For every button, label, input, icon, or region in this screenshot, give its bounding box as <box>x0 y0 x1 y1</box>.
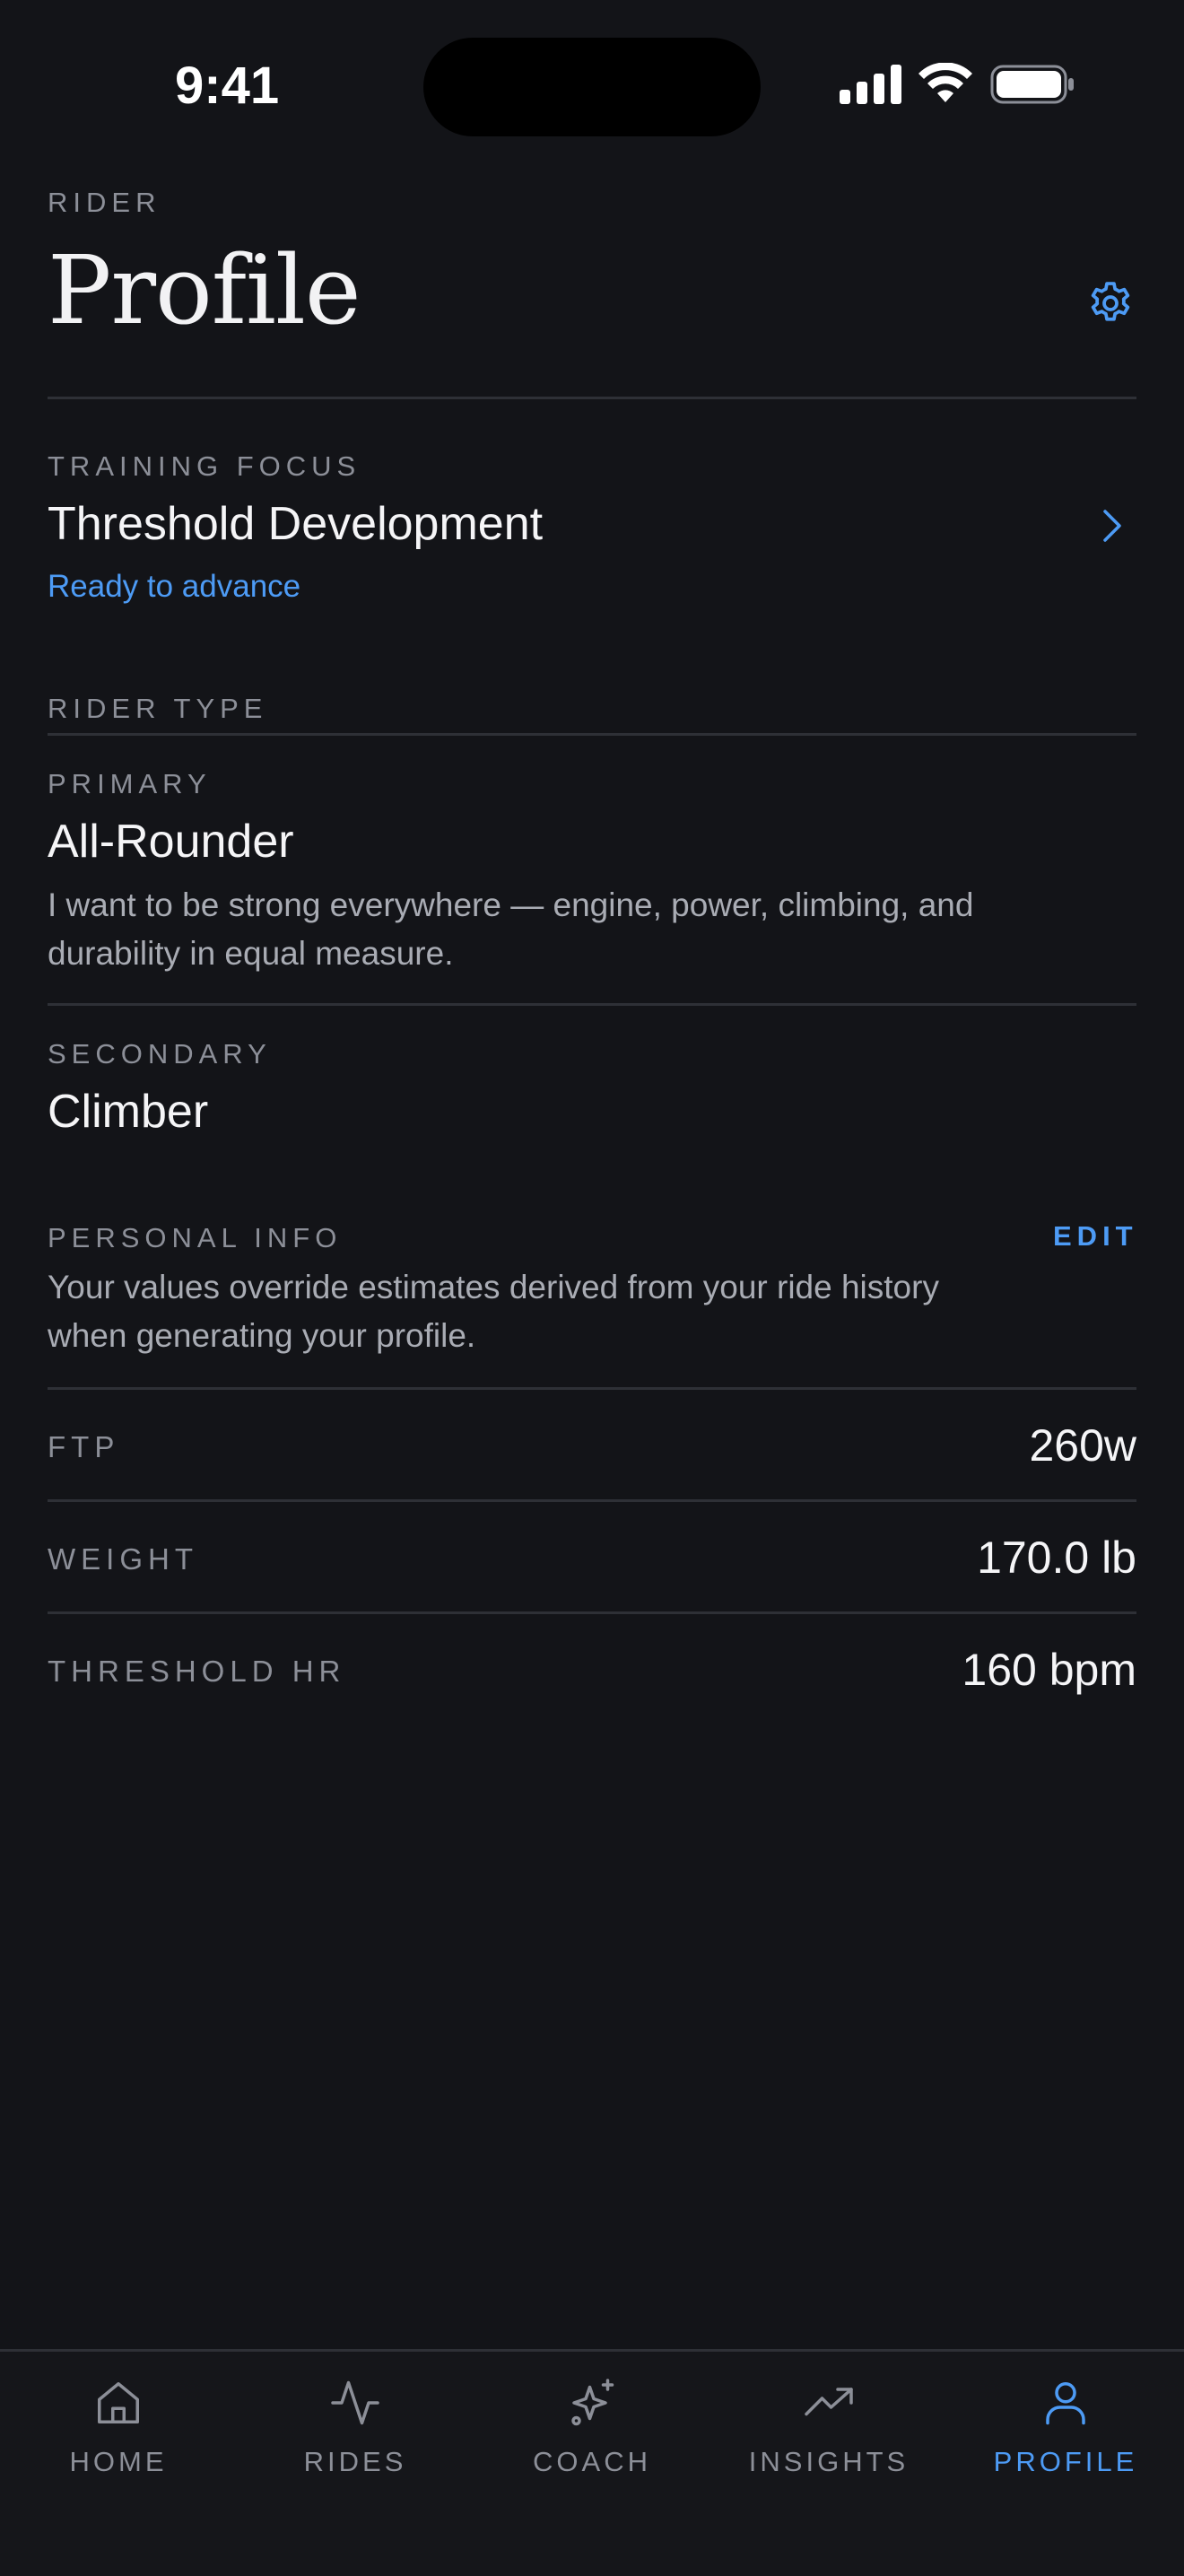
gear-icon[interactable] <box>1085 278 1136 328</box>
primary-type-label: PRIMARY <box>48 768 212 799</box>
signal-icon <box>840 65 901 104</box>
tab-coach[interactable]: COACH <box>474 2369 710 2494</box>
training-focus-label: TRAINING FOCUS <box>48 450 361 482</box>
tab-insights[interactable]: INSIGHTS <box>710 2369 947 2494</box>
page-title: Profile <box>48 235 361 345</box>
trending-icon <box>805 2388 853 2416</box>
activity-icon <box>331 2380 379 2425</box>
chevron-right-icon[interactable] <box>1101 508 1123 544</box>
personal-info-note-line2: when generating your profile. <box>48 1317 476 1354</box>
primary-type-description-line2: durability in equal measure. <box>48 935 454 972</box>
tab-profile[interactable]: PROFILE <box>947 2369 1184 2494</box>
secondary-type-value: Climber <box>48 1086 209 1138</box>
tab-coach-label: COACH <box>533 2446 651 2477</box>
dynamic-island <box>423 38 761 136</box>
battery-icon <box>990 65 1074 104</box>
home-icon <box>98 2382 139 2423</box>
personal-info-note-line1: Your values override estimates derived f… <box>48 1269 939 1305</box>
primary-divider <box>48 1003 1136 1006</box>
header-divider <box>48 397 1136 399</box>
ftp-label: FTP <box>48 1430 120 1463</box>
rider-type-label: RIDER TYPE <box>48 693 268 724</box>
primary-type-value: All-Rounder <box>48 816 294 868</box>
personal-info-label: PERSONAL INFO <box>48 1222 343 1253</box>
edit-button[interactable]: EDIT <box>1053 1220 1138 1253</box>
tab-home-label: HOME <box>69 2446 168 2477</box>
training-focus-value: Threshold Development <box>48 498 544 550</box>
weight-value: 170.0 lb <box>977 1533 1136 1583</box>
rider-type-divider <box>48 733 1136 736</box>
tab-home[interactable]: HOME <box>0 2369 237 2494</box>
header-eyebrow: RIDER <box>48 187 161 218</box>
tab-rides[interactable]: RIDES <box>237 2369 474 2494</box>
ftp-value: 260w <box>1029 1420 1136 1471</box>
training-focus-status: Ready to advance <box>48 569 301 604</box>
sparkle-icon <box>571 2379 614 2426</box>
tab-profile-label: PROFILE <box>993 2446 1138 2477</box>
primary-type-description-line1: I want to be strong everywhere — engine,… <box>48 886 974 923</box>
row-divider <box>48 1499 1136 1502</box>
threshold-hr-label: THRESHOLD HR <box>48 1655 346 1688</box>
row-divider <box>48 1611 1136 1614</box>
weight-label: WEIGHT <box>48 1542 198 1576</box>
wifi-icon <box>918 63 972 102</box>
tab-insights-label: INSIGHTS <box>748 2446 910 2477</box>
threshold-hr-value: 160 bpm <box>962 1645 1136 1695</box>
secondary-type-label: SECONDARY <box>48 1038 272 1070</box>
user-icon <box>1046 2382 1085 2425</box>
tab-rides-label: RIDES <box>303 2446 407 2477</box>
status-time: 9:41 <box>175 57 280 115</box>
personal-info-divider <box>48 1387 1136 1390</box>
